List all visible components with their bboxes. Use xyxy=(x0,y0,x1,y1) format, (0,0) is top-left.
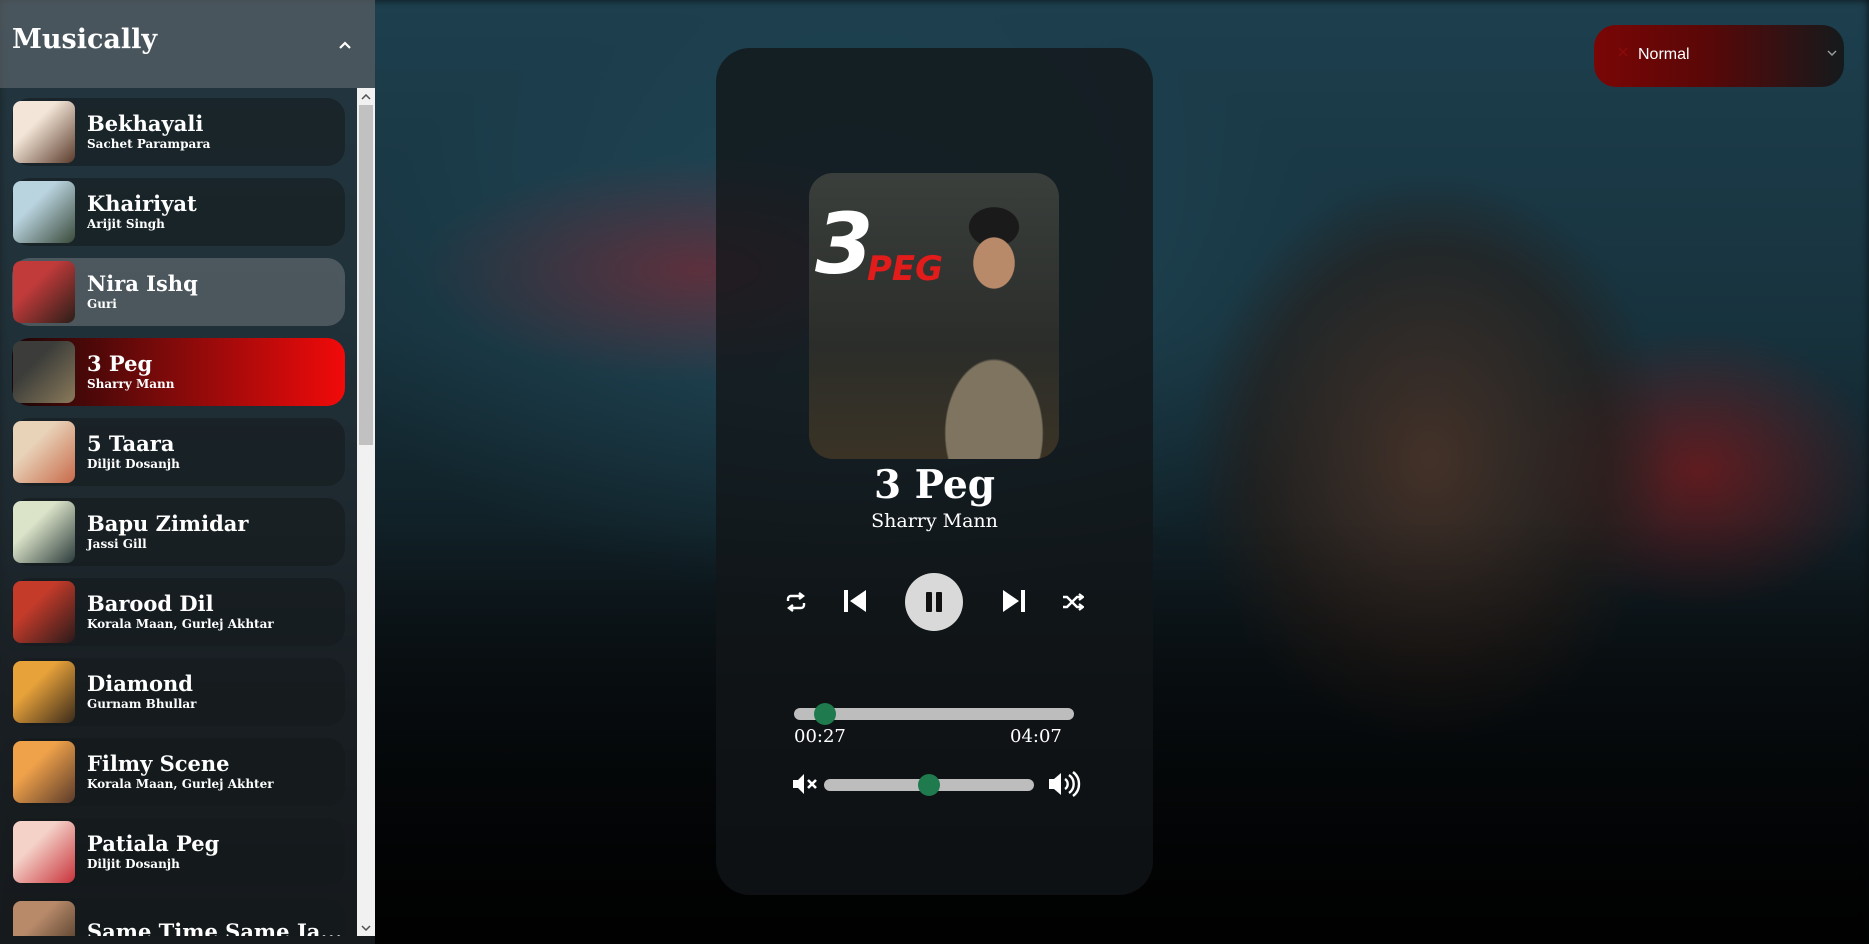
playlist-item-thumbnail xyxy=(13,741,75,803)
mode-select-value: Normal xyxy=(1638,46,1690,63)
chevron-up-icon xyxy=(339,41,351,49)
playback-mode-select[interactable]: Normal xyxy=(1594,25,1844,87)
playlist-item-title: Patiala Peg xyxy=(87,831,220,856)
cover-logo-word: PEG xyxy=(867,249,944,289)
playlist-item-artist: Sharry Mann xyxy=(87,377,175,391)
playlist-item[interactable]: Bekhayali Sachet Parampara xyxy=(12,98,345,166)
playlist-item-title: Bekhayali xyxy=(87,111,204,136)
chevron-down-icon xyxy=(1827,50,1837,56)
skip-next-icon xyxy=(1003,590,1025,612)
scroll-up-arrow-icon xyxy=(361,93,371,100)
playlist: Bekhayali Sachet Parampara Khairiyat Arijit… xyxy=(0,88,357,936)
playlist-item-meta: Patiala Peg Diljit Dosanjh xyxy=(87,832,219,872)
playlist-item-meta: Same Time Same Ja... xyxy=(87,919,343,937)
volume-slider[interactable] xyxy=(824,774,1034,796)
playlist-item-artist: Guri xyxy=(87,297,117,311)
playlist-item-title: Filmy Scene xyxy=(87,751,230,776)
previous-button[interactable] xyxy=(840,585,870,617)
playlist-item-title: 3 Peg xyxy=(87,351,153,376)
playlist-item-artist: Sachet Parampara xyxy=(87,137,211,151)
playlist-item[interactable]: Khairiyat Arijit Singh xyxy=(12,178,345,246)
playlist-item-thumbnail xyxy=(13,261,75,323)
pause-button[interactable] xyxy=(905,573,963,631)
playlist-item-meta: Khairiyat Arijit Singh xyxy=(87,192,197,232)
playlist-item[interactable]: Patiala Peg Diljit Dosanjh xyxy=(12,818,345,886)
playlist-item-meta: Diamond Gurnam Bhullar xyxy=(87,672,196,712)
playlist-item-artist: Gurnam Bhullar xyxy=(87,697,197,711)
volume-thumb[interactable] xyxy=(918,774,940,796)
playlist-item-thumbnail xyxy=(13,581,75,643)
playlist-item-thumbnail xyxy=(13,181,75,243)
scroll-down-arrow-icon xyxy=(361,924,371,931)
repeat-button[interactable] xyxy=(782,589,810,615)
playlist-item-meta: 3 Peg Sharry Mann xyxy=(87,352,174,392)
app-title: Musically xyxy=(12,24,158,55)
pause-icon xyxy=(926,592,942,612)
scroll-up-button[interactable] xyxy=(357,88,375,105)
repeat-icon xyxy=(786,592,806,612)
playlist-item-title: Nira Ishq xyxy=(87,271,198,296)
playlist-item-artist: Korala Maan, Gurlej Akhtar xyxy=(87,617,274,631)
track-artist: Sharry Mann xyxy=(871,510,998,532)
playlist-item-meta: Nira Ishq Guri xyxy=(87,272,198,312)
album-cover: 3 PEG xyxy=(809,173,1059,459)
playlist-item-title: 5 Taara xyxy=(87,431,175,456)
playlist-item[interactable]: Filmy Scene Korala Maan, Gurlej Akhter xyxy=(12,738,345,806)
playlist-scrollbar[interactable] xyxy=(357,88,375,936)
current-time: 00:27 xyxy=(794,726,846,747)
playlist-item-artist: Diljit Dosanjh xyxy=(87,857,180,871)
scrollbar-thumb[interactable] xyxy=(359,105,373,445)
playlist-item[interactable]: Nira Ishq Guri xyxy=(12,258,345,326)
player-card: 3 PEG 3 Peg Sharry Mann 00:27 04:07 xyxy=(716,48,1153,895)
playlist-item[interactable]: Bapu Zimidar Jassi Gill xyxy=(12,498,345,566)
playlist-item-thumbnail xyxy=(13,821,75,883)
playlist-item-meta: Bekhayali Sachet Parampara xyxy=(87,112,210,152)
shuffle-icon xyxy=(1063,593,1084,611)
shuffle-button[interactable] xyxy=(1059,589,1087,615)
playlist-item-artist: Korala Maan, Gurlej Akhter xyxy=(87,777,274,791)
playlist-item-title: Same Time Same Ja... xyxy=(87,919,343,937)
playlist-item-meta: Bapu Zimidar Jassi Gill xyxy=(87,512,248,552)
playlist-item-thumbnail xyxy=(13,901,75,936)
playlist-item-thumbnail xyxy=(13,661,75,723)
track-title: 3 Peg xyxy=(873,462,996,508)
cover-logo-number: 3 xyxy=(815,195,874,293)
duration: 04:07 xyxy=(1010,726,1062,747)
sidebar-header: Musically xyxy=(0,0,375,88)
playlist-item-thumbnail xyxy=(13,421,75,483)
playlist-item-thumbnail xyxy=(13,341,75,403)
playlist-item[interactable]: 3 Peg Sharry Mann xyxy=(12,338,345,406)
playlist-item-thumbnail xyxy=(13,501,75,563)
playlist-item-title: Khairiyat xyxy=(87,191,197,216)
playlist-item[interactable]: Barood Dil Korala Maan, Gurlej Akhtar xyxy=(12,578,345,646)
playlist-item-thumbnail xyxy=(13,101,75,163)
next-button[interactable] xyxy=(999,585,1029,617)
playlist-sidebar: Musically Bekhayali Sachet Parampara Khair… xyxy=(0,0,375,944)
playlist-item-title: Barood Dil xyxy=(87,591,214,616)
seek-thumb[interactable] xyxy=(813,703,836,725)
cover-artist-figure xyxy=(919,183,1059,459)
playlist-item-artist: Arijit Singh xyxy=(87,217,165,231)
playback-controls xyxy=(716,573,1153,633)
skip-previous-icon xyxy=(844,590,866,612)
scroll-down-button[interactable] xyxy=(357,919,375,936)
playlist-item-title: Bapu Zimidar xyxy=(87,511,249,536)
playlist-item[interactable]: Diamond Gurnam Bhullar xyxy=(12,658,345,726)
playlist-item[interactable]: 5 Taara Diljit Dosanjh xyxy=(12,418,345,486)
volume-mute-icon[interactable] xyxy=(792,772,820,796)
volume-high-icon[interactable] xyxy=(1048,770,1082,798)
playlist-item-meta: Barood Dil Korala Maan, Gurlej Akhtar xyxy=(87,592,274,632)
playlist-item[interactable]: Same Time Same Ja... xyxy=(12,898,345,936)
playlist-item-meta: 5 Taara Diljit Dosanjh xyxy=(87,432,180,472)
playlist-item-title: Diamond xyxy=(87,671,193,696)
playlist-item-artist: Jassi Gill xyxy=(87,537,147,551)
volume-control xyxy=(792,768,1082,798)
collapse-sidebar-button[interactable] xyxy=(336,36,354,54)
close-icon[interactable] xyxy=(1616,45,1630,59)
playlist-item-artist: Diljit Dosanjh xyxy=(87,457,180,471)
playlist-item-meta: Filmy Scene Korala Maan, Gurlej Akhter xyxy=(87,752,274,792)
seek-bar[interactable] xyxy=(794,703,1074,725)
